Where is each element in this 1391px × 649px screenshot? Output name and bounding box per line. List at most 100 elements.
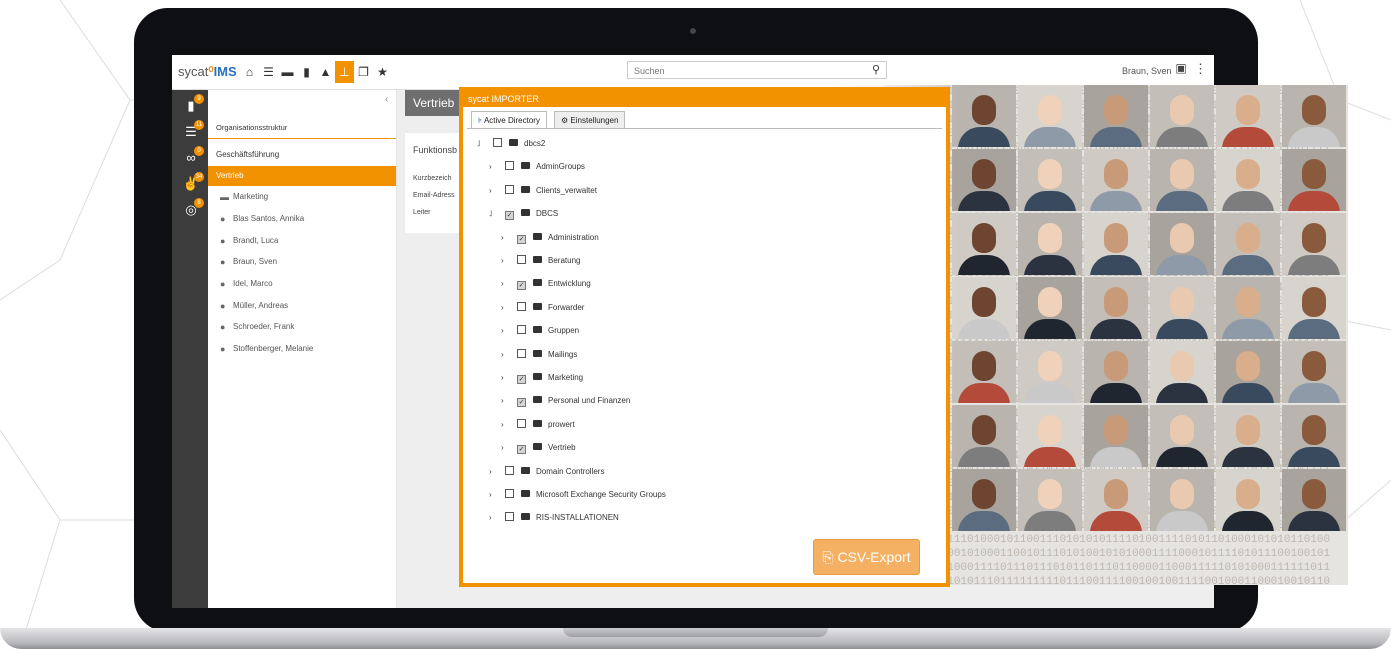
tree-node-label: Clients_verwaltet [536,185,597,195]
sidebar-item-person[interactable]: ● Brandt, Luca [208,231,396,251]
tree-node[interactable]: › Beratung [501,253,580,269]
checkbox[interactable]: ✓ [517,398,526,408]
current-user[interactable]: Braun, Sven [1122,66,1172,76]
checkbox[interactable] [517,325,526,335]
checkbox[interactable] [517,348,526,358]
list-icon[interactable]: ☰ [259,61,278,83]
expand-arrow-icon[interactable]: › [501,370,511,386]
expand-arrow-icon[interactable]: › [489,464,499,480]
checkbox[interactable] [517,418,526,428]
sidebar-item-person[interactable]: ● Schroeder, Frank [208,317,396,337]
checkbox[interactable] [505,512,514,522]
org-chart-icon[interactable]: ⊥ [335,61,354,83]
sidebar-item-person[interactable]: ● Idel, Marco [208,274,396,294]
expand-arrow-icon[interactable]: › [489,510,499,526]
field-label: Leiter [413,209,431,216]
tree-icon: ⊧ [478,116,483,125]
checkbox[interactable]: ✓ [517,375,526,384]
checkbox[interactable] [505,184,514,194]
expand-arrow-icon[interactable]: › [489,159,499,175]
tree-node[interactable]: › Mailings [501,347,577,363]
csv-export-button[interactable]: ⎘ CSV-Export [813,539,920,575]
person-icon: ● [220,279,226,289]
tab-active-directory[interactable]: ⊧ Active Directory [471,111,547,129]
sidebar-item-person[interactable]: ● Braun, Sven [208,252,396,272]
tree-node[interactable]: › ✓ Entwicklung [501,276,591,292]
sidebar-item-person[interactable]: ● Stoffenberger, Melanie [208,339,396,359]
person-icon: ● [220,236,226,246]
checkbox[interactable]: ✓ [517,234,526,244]
checkbox[interactable] [505,161,514,171]
tree-node[interactable]: › Microsoft Exchange Security Groups [489,487,666,503]
expand-arrow-icon[interactable]: › [501,417,511,433]
collapse-chevron-icon[interactable]: ‹ [385,94,388,105]
expand-arrow-icon[interactable]: › [501,347,511,363]
tree-node[interactable]: › Forwarder [501,300,584,316]
checkbox[interactable]: ✓ [505,211,514,221]
expand-arrow-icon[interactable]: › [501,440,511,456]
tree-node[interactable]: › ✓ Administration [501,230,599,246]
search-input[interactable]: Suchen [627,61,887,79]
folder-icon [533,302,542,310]
tree-node[interactable]: › ✓ Vertrieb [501,440,576,456]
badge: 8 [194,198,204,208]
tree-node[interactable]: › RIS-INSTALLATIONEN [489,510,619,526]
checkbox[interactable]: ✓ [517,281,526,291]
collapse-arrow-icon[interactable]: ˩ [477,136,487,152]
sidebar-item[interactable]: ▬ Marketing [208,187,396,207]
tree-node-label: Personal und Finanzen [548,396,631,406]
tree-node[interactable]: ˩ ✓ DBCS [489,206,558,222]
person-icon: ● [220,257,226,267]
sidebar-item-person[interactable]: ● Müller, Andreas [208,296,396,316]
tree-node[interactable]: › Domain Controllers [489,464,604,480]
person-icon: ● [220,322,226,332]
tree-node-label: Domain Controllers [536,466,605,476]
layers-icon[interactable]: ▬ [278,61,297,83]
collapse-arrow-icon[interactable]: ˩ [489,206,499,222]
search-icon[interactable]: ⚲ [865,61,887,79]
more-menu-icon[interactable]: ⋮ [1194,61,1207,79]
tab-einstellungen[interactable]: ⚙ Einstellungen [554,111,626,129]
expand-arrow-icon[interactable]: › [501,393,511,409]
card-title: Funktionsb [413,145,458,155]
tree-node[interactable]: › ✓ Personal und Finanzen [501,393,630,409]
graduation-cap-icon[interactable]: ▲ [316,61,335,83]
tree-node-label: Forwarder [548,302,585,312]
sidebar-title: Organisationsstruktur [216,123,288,132]
home-icon[interactable]: ⌂ [240,61,259,83]
document-icon[interactable]: ▮ [297,61,316,83]
person-icon: ● [220,301,226,311]
tree-node[interactable]: › Clients_verwaltet [489,183,597,199]
copy-icon[interactable]: ❐ [354,61,373,83]
tree-node[interactable]: › AdminGroups [489,159,585,175]
app-logo[interactable]: sycat⁰IMS [178,64,237,80]
expand-arrow-icon[interactable]: › [501,300,511,316]
sidebar-item-selected[interactable]: Vertrieb [208,166,396,186]
checkbox[interactable] [505,465,514,475]
expand-arrow-icon[interactable]: › [501,230,511,246]
folder-icon [533,419,542,427]
tree-node[interactable]: › prowert [501,417,575,433]
checkbox[interactable]: ✓ [517,445,526,455]
checkbox[interactable] [505,489,514,498]
expand-arrow-icon[interactable]: › [501,276,511,292]
laptop-notch [563,628,828,637]
group-icon: ▬ [220,192,229,202]
folder-icon [521,162,530,170]
tree-node[interactable]: ˩ dbcs2 [477,136,545,152]
checkbox[interactable] [517,301,526,311]
checkbox[interactable] [493,138,502,147]
sidebar-item-person[interactable]: ● Blas Santos, Annika [208,209,396,229]
star-icon[interactable]: ★ [373,61,392,83]
badge: 11 [194,120,204,130]
expand-arrow-icon[interactable]: › [489,183,499,199]
expand-arrow-icon[interactable]: › [501,253,511,269]
user-card-icon[interactable]: ▣ [1172,61,1190,79]
expand-arrow-icon[interactable]: › [501,323,511,339]
expand-arrow-icon[interactable]: › [489,487,499,503]
tree-node[interactable]: › ✓ Marketing [501,370,583,386]
tree-node-label: Microsoft Exchange Security Groups [536,490,666,499]
sidebar-item[interactable]: Geschäftsführung [208,145,396,165]
tree-node[interactable]: › Gruppen [501,323,579,339]
checkbox[interactable] [517,255,526,264]
